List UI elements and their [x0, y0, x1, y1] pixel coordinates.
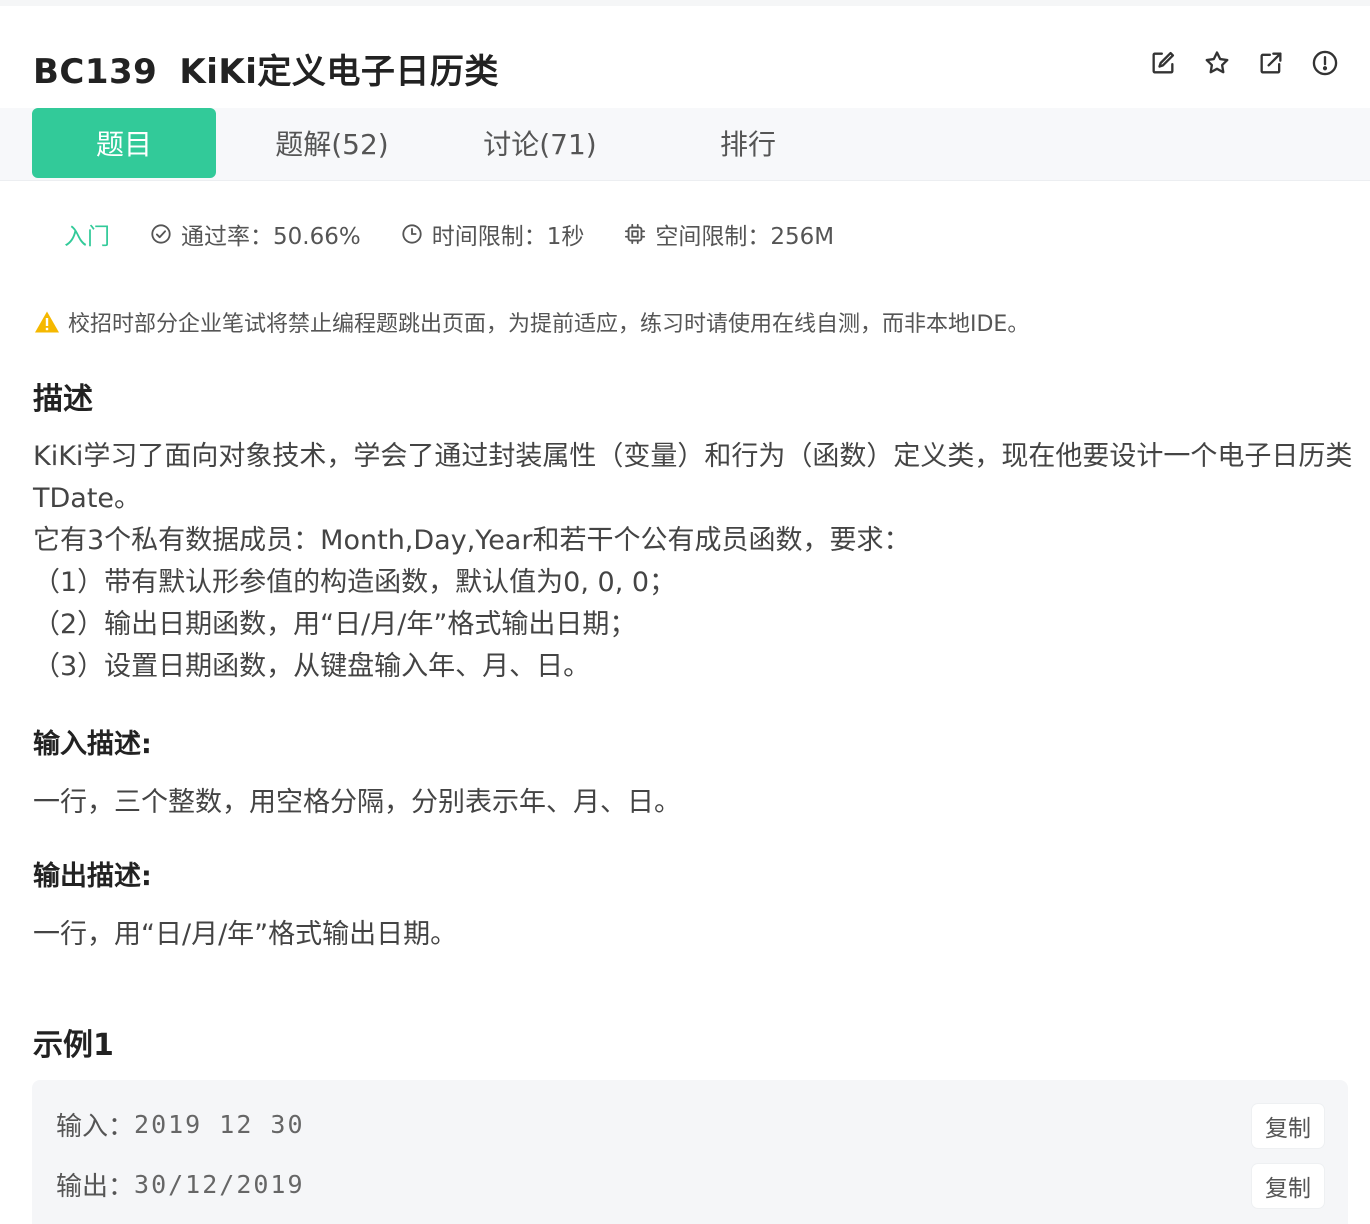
example-output-label: 输出：	[56, 1171, 135, 1202]
tab-solutions[interactable]: 题解(52)	[240, 108, 424, 178]
example-heading: 示例1	[33, 1028, 114, 1063]
example-output-value: 30/12/2019	[134, 1169, 305, 1199]
edit-icon[interactable]	[1148, 48, 1178, 78]
description-line: （3）设置日期函数，从键盘输入年、月、日。	[33, 651, 591, 682]
memory-limit: 空间限制：256M	[624, 217, 834, 251]
page-title: BC139 KiKi定义电子日历类	[33, 44, 499, 93]
external-link-icon[interactable]	[1256, 48, 1286, 78]
example-input-row: 输入： 2019 12 30	[56, 1104, 305, 1144]
problem-title: KiKi定义电子日历类	[179, 52, 499, 92]
problem-meta: 入门 通过率：50.66% 时间限制：1秒 空间限制：256M	[64, 214, 874, 254]
input-description-heading: 输入描述:	[33, 729, 152, 760]
difficulty-badge: 入门	[64, 224, 110, 250]
example-input-value: 2019 12 30	[134, 1109, 305, 1139]
description-line: KiKi学习了面向对象技术，学会了通过封装属性（变量）和行为（函数）定义类，现在…	[33, 441, 1353, 514]
tab-problem[interactable]: 题目	[32, 108, 216, 178]
description-line: （1）带有默认形参值的构造函数，默认值为0, 0, 0；	[33, 567, 677, 598]
time-limit-text: 时间限制：1秒	[431, 224, 585, 250]
description-body: KiKi学习了面向对象技术，学会了通过封装属性（变量）和行为（函数）定义类，现在…	[33, 436, 1353, 688]
output-description-heading: 输出描述:	[33, 861, 152, 892]
chip-icon	[625, 223, 646, 245]
example-output-row: 输出： 30/12/2019	[56, 1164, 305, 1204]
pass-rate-text: 通过率：50.66%	[181, 224, 361, 250]
tab-discussion[interactable]: 讨论(71)	[448, 108, 632, 178]
copy-input-button[interactable]: 复制	[1252, 1104, 1324, 1148]
output-description-text: 一行，用“日/月/年”格式输出日期。	[33, 919, 458, 950]
time-limit: 时间限制：1秒	[401, 217, 585, 251]
description-line: 它有3个私有数据成员：Month,Day,Year和若干个公有成员函数，要求：	[33, 525, 911, 556]
clock-icon	[402, 224, 422, 244]
star-icon[interactable]	[1202, 48, 1232, 78]
pass-rate: 通过率：50.66%	[150, 217, 361, 251]
notice-text: 校招时部分企业笔试将禁止编程题跳出页面，为提前适应，练习时请使用在线自测，而非本…	[68, 312, 1030, 337]
example-box: 输入： 2019 12 30 复制 输出： 30/12/2019 复制	[32, 1080, 1348, 1224]
description-line: （2）输出日期函数，用“日/月/年”格式输出日期；	[33, 609, 637, 640]
input-description-text: 一行，三个整数，用空格分隔，分别表示年、月、日。	[33, 787, 681, 818]
example-input-label: 输入：	[56, 1111, 135, 1142]
tab-ranking[interactable]: 排行	[656, 108, 840, 178]
report-icon[interactable]	[1310, 48, 1340, 78]
warning-icon	[35, 311, 59, 333]
problem-tabs: 题目 题解(52) 讨论(71) 排行	[0, 108, 1370, 181]
description-heading: 描述	[33, 382, 93, 417]
memory-limit-text: 空间限制：256M	[655, 224, 835, 250]
problem-id: BC139	[33, 52, 158, 92]
check-circle-icon	[151, 224, 171, 244]
problem-header: BC139 KiKi定义电子日历类	[0, 6, 1370, 108]
copy-output-button[interactable]: 复制	[1252, 1164, 1324, 1208]
header-actions	[1148, 48, 1340, 78]
notice-banner: 校招时部分企业笔试将禁止编程题跳出页面，为提前适应，练习时请使用在线自测，而非本…	[34, 306, 1029, 338]
